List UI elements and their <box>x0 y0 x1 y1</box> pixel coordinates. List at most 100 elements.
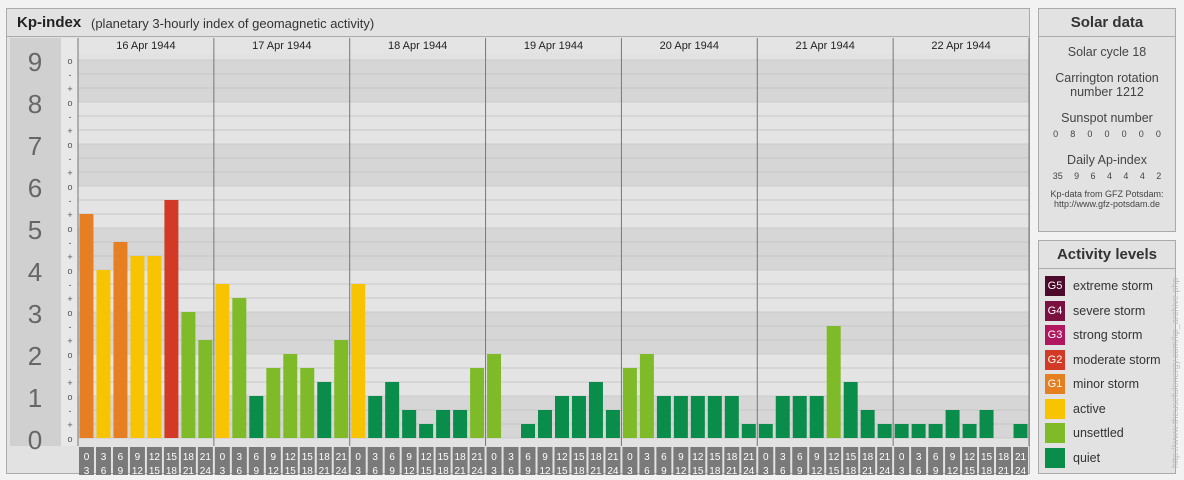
kp-bar <box>419 424 434 438</box>
date-label: 17 Apr 1944 <box>252 40 311 52</box>
interval-start-label: 9 <box>271 452 277 463</box>
date-label: 21 Apr 1944 <box>796 40 855 52</box>
y-minor-label: + <box>67 210 72 220</box>
data-source-url[interactable]: http://www.gfz-potsdam.de <box>1039 199 1175 209</box>
interval-start-label: 0 <box>491 452 497 463</box>
interval-end-label: 12 <box>404 466 416 475</box>
activity-level-swatch <box>1045 398 1065 419</box>
interval-end-label: 21 <box>726 466 738 475</box>
activity-levels-panel: Activity levels G5 extreme storm G4 severe … <box>1038 240 1176 474</box>
y-minor-label: + <box>67 252 72 262</box>
activity-level-severe-storm: G4 severe storm <box>1045 300 1145 322</box>
ap-index-value: 4 <box>1106 171 1112 181</box>
y-minor-label: - <box>69 70 72 80</box>
sunspot-values: 0 8 0 0 0 0 0 <box>1039 129 1175 139</box>
y-tick-label: 0 <box>28 425 42 455</box>
kp-bar <box>656 396 671 438</box>
kp-bar <box>487 354 502 438</box>
y-minor-label: o <box>67 98 72 108</box>
y-minor-label: + <box>67 294 72 304</box>
y-minor-label: - <box>69 364 72 374</box>
sunspot-value: 0 <box>1104 129 1110 139</box>
kp-bar <box>639 354 654 438</box>
interval-start-label: 9 <box>950 452 956 463</box>
interval-start-label: 9 <box>678 452 684 463</box>
activity-level-label: minor storm <box>1073 377 1139 391</box>
interval-start-label: 3 <box>508 452 514 463</box>
y-minor-label: + <box>67 126 72 136</box>
y-minor-label: + <box>67 378 72 388</box>
activity-level-label: moderate storm <box>1073 352 1161 367</box>
activity-level-label: strong storm <box>1073 328 1143 342</box>
activity-level-active: active <box>1045 398 1106 420</box>
kp-bar <box>198 340 213 438</box>
interval-end-label: 18 <box>302 466 314 475</box>
interval-start-label: 12 <box>964 452 976 463</box>
interval-start-label: 6 <box>525 452 531 463</box>
interval-start-label: 0 <box>763 452 769 463</box>
ap-index-value: 9 <box>1074 171 1080 181</box>
interval-start-label: 6 <box>661 452 667 463</box>
interval-end-label: 3 <box>355 466 361 475</box>
interval-start-label: 18 <box>455 452 467 463</box>
kp-bar <box>453 409 468 438</box>
interval-end-label: 9 <box>797 466 803 475</box>
y-minor-label: o <box>67 350 72 360</box>
interval-end-label: 12 <box>947 466 959 475</box>
interval-start-label: 21 <box>472 452 484 463</box>
interval-start-label: 15 <box>845 452 857 463</box>
sunspot-value: 0 <box>1155 129 1161 139</box>
y-tick-label: 7 <box>28 131 42 161</box>
interval-start-label: 0 <box>627 452 633 463</box>
interval-end-label: 18 <box>166 466 178 475</box>
y-minor-label: - <box>69 280 72 290</box>
ap-index-value: 35 <box>1052 171 1063 181</box>
watermark-text: http://www.theusefulenergy.com/kp_archiv… <box>1170 277 1180 468</box>
kp-bar <box>164 199 179 438</box>
kp-bar <box>809 396 824 438</box>
kp-bar <box>877 424 892 438</box>
interval-end-label: 18 <box>709 466 721 475</box>
interval-start-label: 12 <box>149 452 161 463</box>
activity-level-quiet: quiet <box>1045 447 1100 469</box>
interval-start-label: 3 <box>916 452 922 463</box>
activity-level-label: quiet <box>1073 450 1101 465</box>
activity-level-label: severe storm <box>1073 303 1146 318</box>
interval-start-label: 15 <box>573 452 585 463</box>
interval-end-label: 15 <box>692 466 704 475</box>
y-minor-label: - <box>69 196 72 206</box>
kp-bar <box>402 409 417 438</box>
kp-bar <box>792 396 807 438</box>
interval-start-label: 0 <box>355 452 361 463</box>
interval-start-label: 15 <box>302 452 314 463</box>
kp-bar <box>351 283 366 438</box>
kp-bar <box>588 382 603 438</box>
y-tick-label: 4 <box>28 257 42 287</box>
interval-end-label: 12 <box>811 466 823 475</box>
interval-end-label: 15 <box>556 466 568 475</box>
interval-end-label: 6 <box>916 466 922 475</box>
y-minor-label: o <box>67 266 72 276</box>
kp-bar <box>605 409 620 438</box>
y-tick-label: 8 <box>28 89 42 119</box>
y-minor-label: o <box>67 140 72 150</box>
interval-end-label: 12 <box>132 466 144 475</box>
interval-start-label: 0 <box>220 452 226 463</box>
kp-bar <box>521 424 536 438</box>
activity-level-minor-storm: G1 minor storm <box>1045 373 1139 395</box>
interval-start-label: 15 <box>166 452 178 463</box>
interval-start-label: 0 <box>899 452 905 463</box>
kp-bar <box>571 396 586 438</box>
activity-level-swatch: G5 <box>1045 276 1065 296</box>
kp-bar <box>436 409 451 438</box>
interval-end-label: 6 <box>644 466 650 475</box>
background-band <box>78 60 1029 102</box>
kp-bar <box>707 396 722 438</box>
kp-bar <box>79 214 94 438</box>
kp-bar <box>741 424 756 438</box>
interval-start-label: 12 <box>421 452 433 463</box>
interval-end-label: 21 <box>455 466 467 475</box>
kp-bar <box>470 367 485 438</box>
interval-start-label: 18 <box>590 452 602 463</box>
kp-bar <box>555 396 569 438</box>
